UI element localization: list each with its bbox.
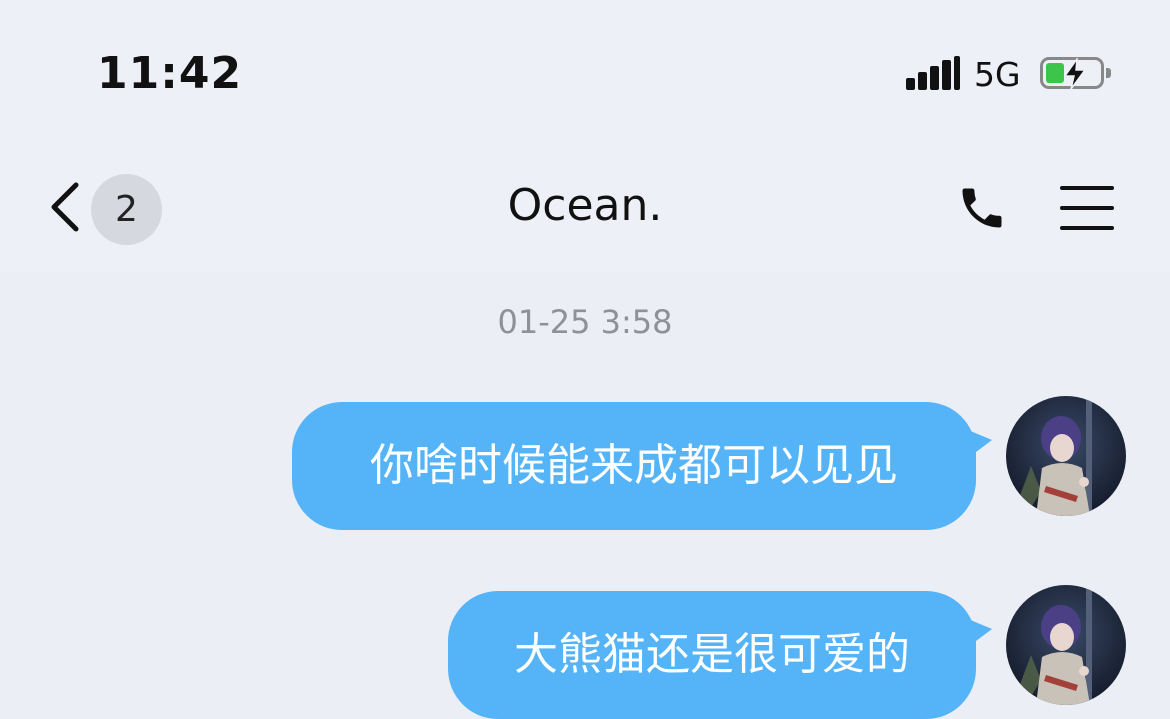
menu-icon[interactable] [1060, 184, 1114, 232]
battery-cap [1106, 68, 1111, 78]
user-avatar[interactable] [1006, 585, 1126, 705]
cellular-signal-icon [906, 56, 960, 92]
network-type: 5G [974, 55, 1021, 94]
chat-header: 2 Ocean. [0, 140, 1170, 272]
message-bubble[interactable]: 你啥时候能来成都可以见见 [292, 402, 976, 530]
message-timestamp: 01-25 3:58 [497, 303, 673, 341]
user-avatar[interactable] [1006, 396, 1126, 516]
message-bubble[interactable]: 大熊猫还是很可爱的 [448, 591, 976, 719]
battery-charging-icon [1040, 57, 1104, 90]
bubble-tail [968, 430, 992, 458]
status-time: 11:42 [97, 48, 243, 99]
unread-count-badge[interactable]: 2 [91, 174, 162, 245]
status-bar: 11:42 5G [0, 0, 1170, 140]
bubble-tail [968, 619, 992, 647]
chat-title: Ocean. [507, 180, 663, 231]
phone-icon[interactable] [956, 182, 1008, 234]
chevron-left-icon[interactable] [46, 181, 82, 233]
